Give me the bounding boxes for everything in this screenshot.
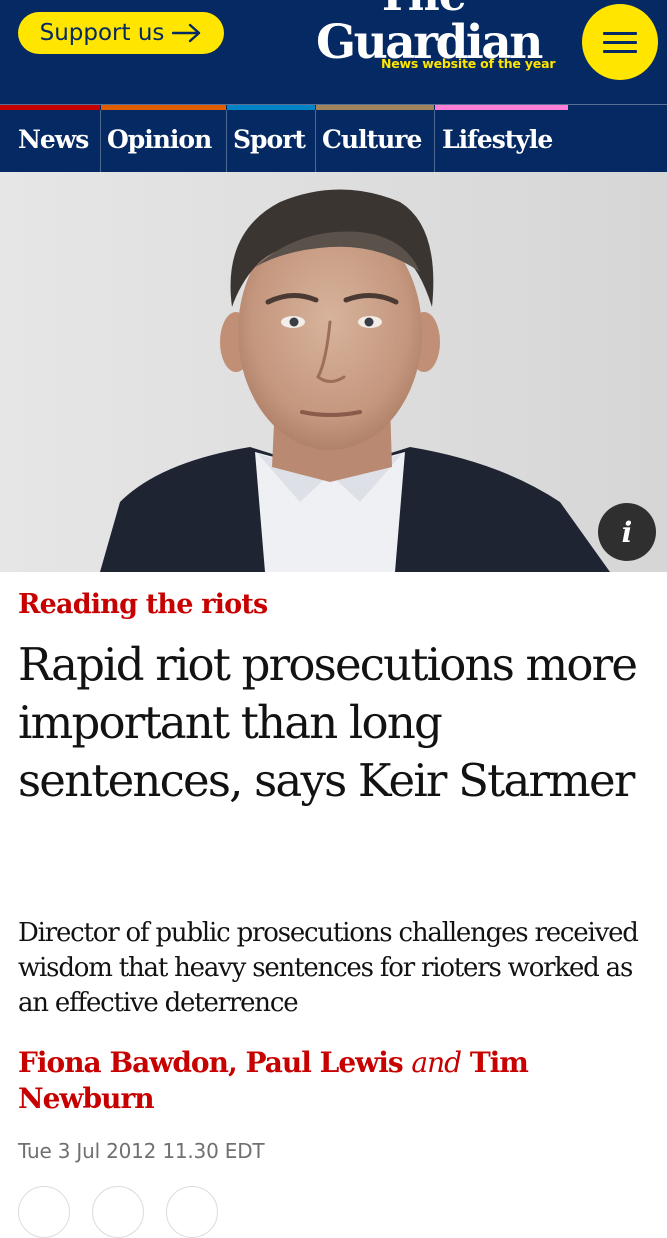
author-link[interactable]: Fiona Bawdon (18, 1046, 229, 1079)
share-facebook-button[interactable] (18, 1186, 70, 1238)
byline-separator: , (227, 1046, 238, 1079)
menu-button[interactable] (582, 4, 658, 80)
hamburger-icon-bar (603, 31, 637, 35)
support-us-label: Support us (39, 20, 165, 46)
nav-culture[interactable]: Culture (322, 105, 422, 173)
logo-tagline: News website of the year (381, 56, 556, 71)
nav-opinion[interactable]: Opinion (107, 105, 212, 173)
info-icon: i (621, 515, 633, 549)
share-email-button[interactable] (166, 1186, 218, 1238)
share-twitter-button[interactable] (92, 1186, 144, 1238)
byline: Fiona Bawdon, Paul Lewis and Tim Newburn (18, 1045, 648, 1117)
nav-divider (434, 110, 435, 173)
author-link[interactable]: Paul Lewis (245, 1046, 403, 1079)
masthead: Support us The Guardian News website of … (0, 0, 667, 104)
series-kicker-link[interactable]: Reading the riots (18, 589, 268, 620)
nav-news[interactable]: News (18, 105, 89, 173)
nav-divider (315, 110, 316, 173)
nav-sport[interactable]: Sport (233, 105, 306, 173)
byline-and: and (411, 1046, 462, 1079)
nav-divider (100, 110, 101, 173)
hero-image: i (0, 172, 667, 572)
hamburger-icon-bar (603, 40, 637, 44)
arrow-right-icon (172, 23, 201, 43)
pillar-nav: News Opinion Sport Culture Lifestyle (0, 104, 667, 173)
nav-divider (226, 110, 227, 173)
nav-lifestyle[interactable]: Lifestyle (442, 105, 553, 173)
article-headline: Rapid riot prosecutions more important t… (18, 638, 638, 807)
share-buttons (18, 1186, 218, 1238)
image-info-button[interactable]: i (598, 503, 656, 561)
portrait-photo (0, 172, 667, 572)
article-standfirst: Director of public prosecutions challeng… (18, 918, 639, 1018)
support-us-button[interactable]: Support us (18, 12, 224, 54)
hamburger-icon-bar (603, 49, 637, 53)
publish-date[interactable]: Tue 3 Jul 2012 11.30 EDT (18, 1139, 265, 1163)
